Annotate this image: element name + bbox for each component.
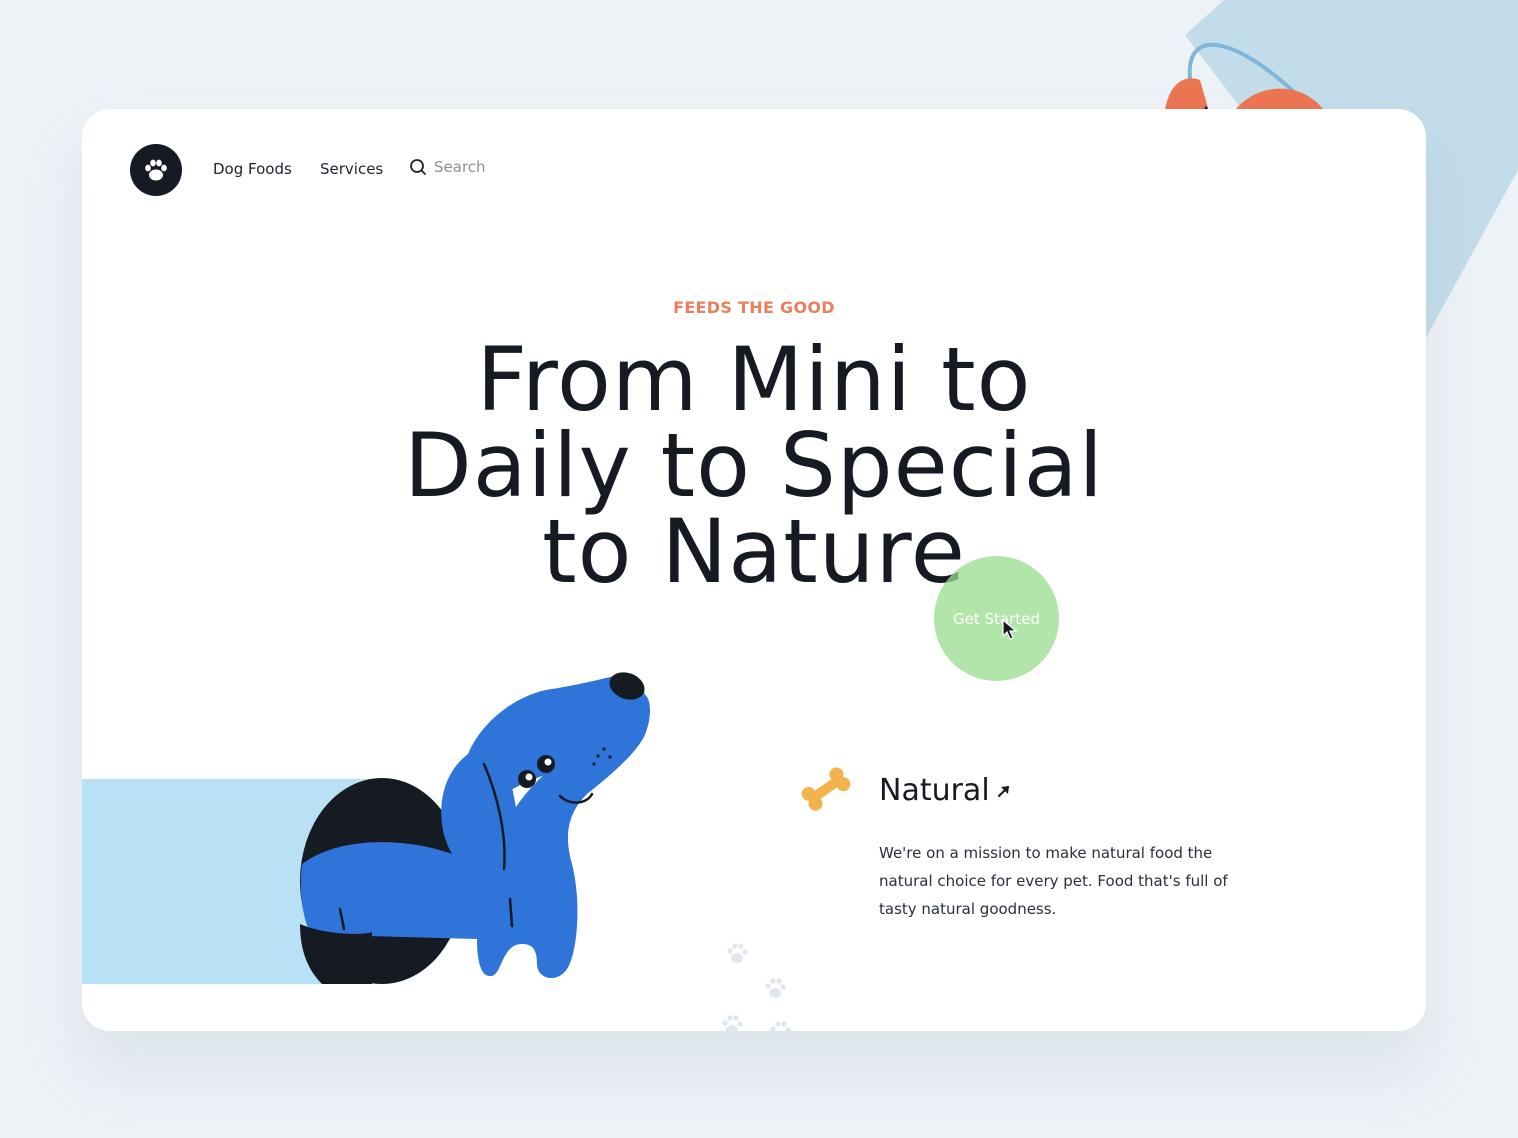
paw-icon	[145, 159, 167, 181]
hero-eyebrow: FEEDS THE GOOD	[673, 298, 835, 317]
arrow-up-right-icon[interactable]	[996, 783, 1012, 799]
headline-line-3: to Nature	[542, 500, 966, 603]
logo-button[interactable]	[130, 144, 182, 196]
search-icon	[410, 159, 426, 175]
headline-line-2: Daily to Special	[403, 414, 1105, 517]
paw-prints-decoration	[722, 943, 791, 1031]
search-field[interactable]	[409, 158, 554, 176]
blue-dog-illustration	[82, 672, 650, 984]
hero-card: Dog Foods Services FEEDS THE GOOD From M…	[82, 109, 1426, 1031]
feature-title: Natural	[879, 773, 990, 808]
hero-headline: From Mini to Daily to Special to Nature	[82, 328, 1426, 603]
search-input[interactable]	[434, 158, 554, 176]
nav-services[interactable]: Services	[320, 160, 383, 178]
headline-line-1: From Mini to	[476, 328, 1032, 431]
mouse-cursor-icon	[1002, 619, 1018, 640]
nav-dog-foods[interactable]: Dog Foods	[213, 160, 292, 178]
get-started-button[interactable]: Get Started	[934, 556, 1059, 681]
feature-description: We're on a mission to make natural food …	[879, 844, 1228, 918]
bone-icon	[801, 767, 851, 811]
